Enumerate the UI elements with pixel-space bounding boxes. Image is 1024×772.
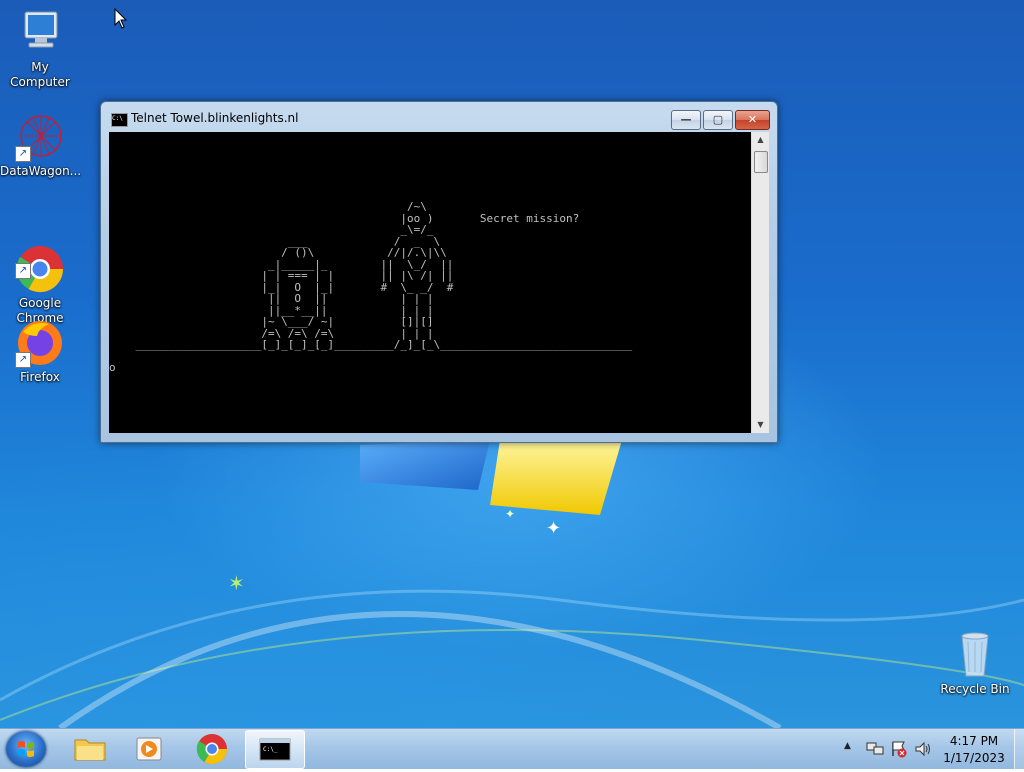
svg-text:✶: ✶ bbox=[228, 571, 245, 595]
scroll-up-arrow-icon[interactable]: ▲ bbox=[752, 132, 769, 148]
title-bar[interactable]: C:\ Telnet Towel.blinkenlights.nl — ▢ ✕ bbox=[101, 102, 777, 132]
console-output[interactable]: /~\ |oo ) Secret mission? _\=/_ ___ / _ … bbox=[109, 132, 751, 433]
recycle-bin-icon bbox=[950, 630, 1000, 680]
svg-text:✦: ✦ bbox=[546, 518, 561, 539]
telnet-window[interactable]: C:\ Telnet Towel.blinkenlights.nl — ▢ ✕ … bbox=[100, 101, 778, 443]
desktop-icon-label: DataWagon... bbox=[0, 164, 82, 178]
scroll-thumb[interactable] bbox=[754, 151, 768, 173]
minimize-button[interactable]: — bbox=[671, 110, 701, 130]
command-prompt-icon: C:\ bbox=[111, 113, 128, 127]
desktop-icon-my-computer[interactable]: My Computer bbox=[0, 8, 80, 90]
desktop-icon-firefox[interactable]: ↗ Firefox bbox=[0, 318, 80, 385]
shortcut-arrow-icon: ↗ bbox=[15, 146, 31, 162]
close-button[interactable]: ✕ bbox=[735, 110, 770, 130]
shortcut-arrow-icon: ↗ bbox=[15, 352, 31, 368]
desktop-icon-label: Recycle Bin bbox=[940, 682, 1010, 696]
taskbar-chrome[interactable] bbox=[184, 730, 240, 767]
firefox-icon: ↗ bbox=[15, 318, 65, 368]
desktop: ✦ ✦ ✶ My Computer ↗ DataWagon... ↗ Googl… bbox=[0, 0, 1024, 728]
show-hidden-icons-arrow[interactable]: ▲ bbox=[844, 741, 851, 751]
start-button[interactable] bbox=[6, 731, 46, 767]
scroll-down-arrow-icon[interactable]: ▼ bbox=[752, 417, 769, 433]
chrome-icon bbox=[196, 734, 227, 765]
taskbar-command-prompt[interactable]: C:\_ bbox=[245, 730, 305, 769]
console-text: /~\ |oo ) Secret mission? _\=/_ ___ / _ … bbox=[109, 200, 633, 374]
computer-icon bbox=[15, 8, 65, 58]
svg-text:C:\_: C:\_ bbox=[263, 746, 278, 753]
desktop-icon-recycle-bin[interactable]: Recycle Bin bbox=[935, 630, 1015, 697]
datawagon-icon: ↗ bbox=[15, 112, 65, 162]
network-icon[interactable] bbox=[866, 741, 884, 757]
shortcut-arrow-icon: ↗ bbox=[15, 263, 31, 279]
taskbar-file-explorer[interactable] bbox=[62, 730, 118, 767]
taskbar-media-player[interactable] bbox=[122, 730, 178, 767]
command-prompt-icon: C:\_ bbox=[259, 738, 291, 761]
media-player-icon bbox=[136, 737, 162, 761]
chrome-icon: ↗ bbox=[15, 229, 65, 293]
volume-icon[interactable] bbox=[914, 741, 932, 757]
folder-icon bbox=[74, 739, 106, 761]
action-center-flag-icon[interactable] bbox=[890, 740, 908, 758]
desktop-icon-label: Firefox bbox=[20, 370, 60, 384]
desktop-icon-label: My Computer bbox=[10, 60, 70, 89]
maximize-button[interactable]: ▢ bbox=[703, 110, 733, 130]
clock-date[interactable]: 1/17/2023 bbox=[940, 751, 1008, 765]
windows-logo-icon bbox=[18, 741, 34, 757]
clock-time[interactable]: 4:17 PM bbox=[940, 734, 1008, 748]
taskbar: C:\_ ▲ 4:17 PM 1/17/2023 bbox=[0, 728, 1024, 769]
svg-text:✦: ✦ bbox=[505, 507, 515, 521]
vertical-scrollbar[interactable]: ▲ ▼ bbox=[751, 132, 769, 433]
window-title: Telnet Towel.blinkenlights.nl bbox=[131, 111, 299, 125]
mouse-cursor-icon bbox=[114, 8, 128, 29]
desktop-icon-datawagon[interactable]: ↗ DataWagon... bbox=[0, 112, 82, 179]
show-desktop-button[interactable] bbox=[1014, 729, 1024, 769]
